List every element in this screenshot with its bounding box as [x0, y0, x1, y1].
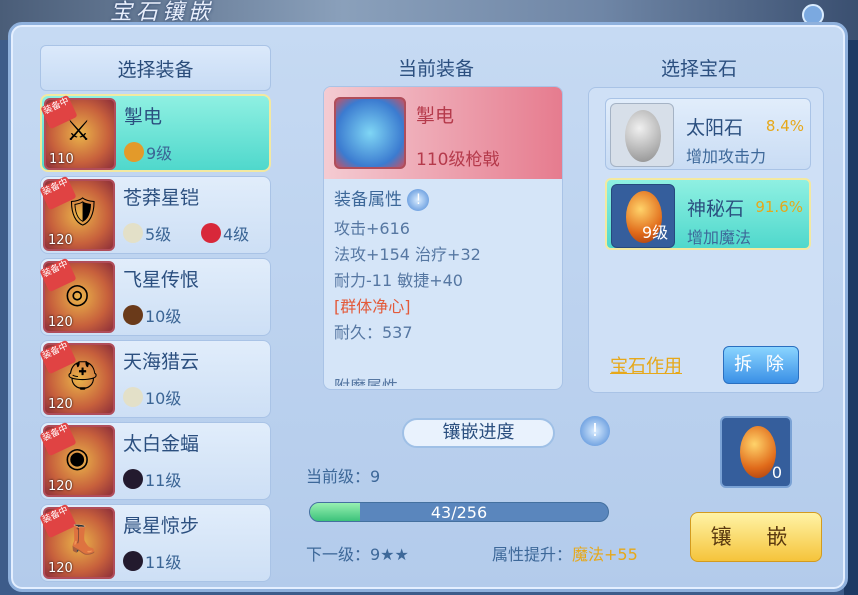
boots-icon: 👢	[65, 523, 100, 556]
progress-bar: 43/256	[309, 502, 609, 522]
gem-percent: 8.4%	[765, 117, 804, 135]
gem-badge: 10级	[123, 303, 181, 327]
necklace-icon: ◎	[65, 277, 90, 310]
equipment-thumb: 装备中 ◎ 120	[39, 257, 115, 333]
inlay-progress-label: 镶嵌进度	[402, 418, 555, 448]
gem-thumb: 9级	[611, 184, 675, 248]
progress-text: 43/256	[430, 503, 488, 522]
equipment-item[interactable]: 装备中 ◎ 120 飞星传恨 10级	[39, 257, 271, 336]
equipment-item[interactable]: 装备中 🛡 120 苍莽星铠 5级 4级	[39, 175, 271, 254]
equipment-thumb: 装备中 ⚔ 110	[40, 94, 116, 170]
equipment-item[interactable]: 装备中 ◉ 120 太白金蝠 11级	[39, 421, 271, 500]
attribute-special: [群体净心]	[334, 297, 411, 316]
current-equipment-thumb	[334, 97, 406, 169]
black-gem-icon	[123, 469, 143, 489]
gem-badge: 9级	[124, 140, 172, 164]
attribute-line: 耐久：537	[334, 323, 413, 342]
belt-icon: ◉	[65, 441, 90, 474]
gem-badge: 4级	[201, 221, 249, 245]
equipment-name: 掣电	[124, 106, 163, 128]
gem-level: 4级	[223, 225, 250, 244]
equipment-list-title: 选择装备	[40, 45, 271, 91]
current-level: 当前级：9	[306, 467, 381, 486]
gem-level: 9级	[146, 144, 173, 163]
attributes-label: 装备属性	[334, 190, 402, 210]
equipment-item[interactable]: 装备中 👢 120 晨星惊步 11级	[39, 503, 271, 582]
equipment-thumb: 装备中 👢 120	[39, 503, 115, 579]
current-equipment-panel: 掣电 110级枪戟 装备属性 ! 攻击+616 法攻+154 治疗+32 耐力-…	[323, 86, 563, 390]
current-equipment-title: 当前装备	[398, 58, 475, 80]
remove-button[interactable]: 拆 除	[723, 346, 799, 384]
equipment-level: 120	[48, 561, 73, 576]
boost-label: 属性提升：	[492, 545, 573, 564]
gem-badge: 11级	[123, 467, 181, 491]
gem-level: 10级	[145, 389, 182, 408]
dark-gem-icon	[123, 305, 143, 325]
equipment-name: 飞星传恨	[123, 269, 200, 291]
gem-card[interactable]: 9级 神秘石 91.6% 增加魔法	[605, 178, 811, 250]
gem-level: 10级	[145, 307, 182, 326]
gem-effect-link[interactable]: 宝石作用	[610, 352, 682, 378]
progress-info: !	[580, 416, 610, 446]
gem-card[interactable]: 太阳石 8.4% 增加攻击力	[605, 98, 811, 170]
equipment-level: 110	[49, 152, 74, 167]
info-icon[interactable]: !	[407, 189, 430, 211]
attribute-boost: 属性提升：魔法+55	[492, 541, 638, 565]
equipment-name: 晨星惊步	[123, 515, 200, 537]
attribute-line: 攻击+616	[334, 219, 410, 238]
equipment-item[interactable]: 装备中 ⛑ 120 天海猎云 10级	[39, 339, 271, 418]
sun-stone-icon	[625, 110, 661, 162]
info-icon[interactable]: !	[580, 416, 610, 446]
equipment-thumb: 装备中 ◉ 120	[39, 421, 115, 497]
red-gem-icon	[201, 223, 221, 243]
equipment-level: 120	[48, 397, 73, 412]
boost-value: 魔法+55	[572, 545, 638, 564]
inlay-button[interactable]: 镶 嵌	[690, 512, 822, 562]
equipment-thumb: 装备中 🛡 120	[39, 175, 115, 251]
equipment-name: 天海猎云	[123, 351, 200, 373]
equipment-name: 苍莽星铠	[123, 187, 200, 209]
gem-desc: 增加攻击力	[686, 147, 767, 166]
gem-desc: 增加魔法	[687, 228, 752, 247]
attribute-line: 耐力-11 敏捷+40	[334, 271, 463, 290]
select-gem-title: 选择宝石	[661, 58, 738, 80]
gem-percent: 91.6%	[755, 198, 803, 216]
armor-icon: 🛡	[65, 195, 101, 228]
gem-name: 太阳石	[686, 117, 744, 139]
current-equipment-name: 掣电	[416, 105, 455, 127]
gem-level: 11级	[145, 553, 182, 572]
gem-thumb	[610, 103, 674, 167]
black-gem-icon	[123, 551, 143, 571]
mystery-stone-icon	[740, 426, 776, 478]
gem-badge: 11级	[123, 549, 181, 573]
equipment-thumb: 装备中 ⛑ 120	[39, 339, 115, 415]
gem-name: 神秘石	[687, 198, 745, 220]
slot-count: 0	[771, 463, 782, 482]
gem-badge: 5级	[123, 221, 171, 245]
orange-gem-icon	[124, 142, 144, 162]
equipment-level: 120	[48, 233, 73, 248]
white-gem-icon	[123, 387, 143, 407]
white-gem-icon	[123, 223, 143, 243]
current-equipment-type: 110级枪戟	[416, 150, 500, 170]
gem-slot[interactable]: 0	[720, 416, 792, 488]
equipment-item[interactable]: 装备中 ⚔ 110 掣电 9级	[40, 94, 271, 172]
attributes-title: 装备属性 !	[334, 185, 430, 211]
gem-count: 9级	[642, 223, 669, 242]
helmet-icon: ⛑	[65, 359, 101, 392]
gem-level: 11级	[145, 471, 182, 490]
equipment-level: 120	[48, 479, 73, 494]
gem-level: 5级	[145, 225, 172, 244]
spear-icon: ⚔	[66, 114, 92, 147]
equipment-name: 太白金蝠	[123, 433, 200, 455]
next-level: 下一级：9★★	[306, 545, 409, 564]
gem-badge: 10级	[123, 385, 181, 409]
equipment-level: 120	[48, 315, 73, 330]
attribute-line: 法攻+154 治疗+32	[334, 245, 481, 264]
enchant-title: 附魔属性	[334, 373, 398, 386]
